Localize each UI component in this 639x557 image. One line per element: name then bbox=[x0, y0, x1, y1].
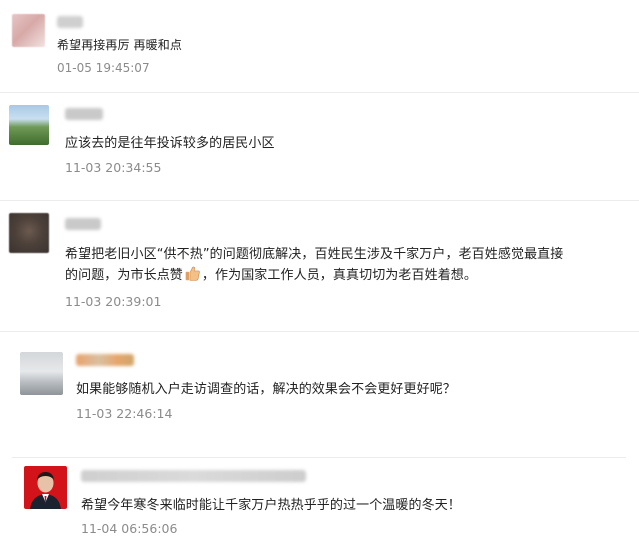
avatar[interactable] bbox=[9, 213, 49, 253]
comment-text: 希望今年寒冬来临时能让千家万户热热乎乎的过一个温暖的冬天！ bbox=[81, 498, 461, 513]
comment-text-part: ，作为国家工作人员，真真切切为老百姓着想。 bbox=[201, 268, 478, 283]
avatar[interactable] bbox=[20, 352, 63, 395]
comment-item: 希望今年寒冬来临时能让千家万户热热乎乎的过一个温暖的冬天！ 11-04 06:5… bbox=[0, 458, 639, 557]
avatar[interactable] bbox=[24, 466, 67, 509]
comments-page: { "comments": [ { "text": "希望再接再厉 再暖和点",… bbox=[0, 0, 639, 557]
avatar[interactable] bbox=[12, 14, 45, 47]
person-icon bbox=[30, 472, 61, 509]
comment-item: 希望再接再厉 再暖和点 01-05 19:45:07 bbox=[0, 0, 639, 92]
username-blurred[interactable] bbox=[65, 218, 101, 230]
comment-item: 希望把老旧小区“供不热”的问题彻底解决，百姓民生涉及千家万户，老百姓感觉最直接 … bbox=[0, 201, 639, 331]
comment-timestamp: 11-03 20:39:01 bbox=[65, 294, 162, 309]
comment-timestamp: 11-03 22:46:14 bbox=[76, 406, 173, 421]
comment-text: 应该去的是往年投诉较多的居民小区 bbox=[65, 136, 275, 151]
thumbs-up-icon bbox=[184, 265, 201, 282]
comment-text-part: 的问题，为市长点赞 bbox=[65, 268, 183, 283]
comment-text: 如果能够随机入户走访调查的话，解决的效果会不会更好更好呢？ bbox=[76, 382, 456, 397]
comment-item: 应该去的是往年投诉较多的居民小区 11-03 20:34:55 bbox=[0, 93, 639, 200]
comment-item: 如果能够随机入户走访调查的话，解决的效果会不会更好更好呢？ 11-03 22:4… bbox=[0, 332, 639, 457]
username-blurred[interactable] bbox=[65, 108, 103, 120]
comment-timestamp: 11-04 06:56:06 bbox=[81, 521, 178, 536]
comment-text: 希望再接再厉 再暖和点 bbox=[57, 38, 182, 52]
comment-timestamp: 11-03 20:34:55 bbox=[65, 160, 162, 175]
comment-timestamp: 01-05 19:45:07 bbox=[57, 61, 150, 75]
avatar[interactable] bbox=[9, 105, 49, 145]
username-blurred[interactable] bbox=[76, 354, 134, 366]
username-blurred[interactable] bbox=[81, 470, 306, 482]
comment-text-line-1: 希望把老旧小区“供不热”的问题彻底解决，百姓民生涉及千家万户，老百姓感觉最直接 bbox=[65, 247, 564, 262]
comment-text-line-2: 的问题，为市长点赞 ，作为国家工作人员，真真切切为老百姓着想。 bbox=[65, 265, 477, 286]
username-blurred[interactable] bbox=[57, 16, 83, 28]
